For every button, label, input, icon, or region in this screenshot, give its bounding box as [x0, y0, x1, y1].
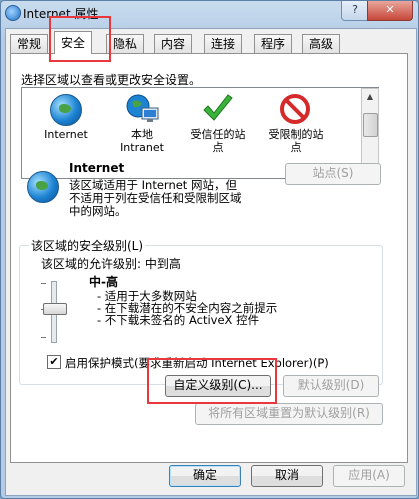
restricted-icon [280, 94, 310, 124]
green-check-icon [202, 94, 233, 124]
scroll-thumb[interactable] [363, 113, 378, 137]
close-button[interactable]: ✕ [367, 1, 413, 21]
protected-mode-checkbox[interactable]: ✔ [47, 355, 61, 369]
slider-thumb[interactable] [43, 303, 67, 315]
zone-description: 该区域适用于 Internet 网站，但 不适用于列在受信任和受限制区域 中的网… [69, 178, 242, 218]
cancel-button[interactable]: 取消 [251, 465, 323, 487]
zone-label: Internet [44, 128, 88, 141]
globe-icon [50, 94, 82, 126]
zone-label: 本地 Intranet [120, 128, 164, 154]
tab-privacy[interactable]: 隐私 [106, 34, 145, 53]
security-level-group-label: 该区域的安全级别(L) [29, 237, 146, 254]
allowed-levels-text: 该区域的允许级别: 中到高 [41, 257, 181, 271]
intranet-globe-icon [126, 94, 159, 124]
tab-general[interactable]: 常规 [10, 34, 49, 53]
ok-button[interactable]: 确定 [169, 465, 241, 487]
internet-zone-icon [27, 171, 59, 203]
button-highlight-annotation [147, 358, 277, 404]
reset-all-zones-button[interactable]: 将所有区域重置为默认级别(R) [195, 403, 383, 425]
internet-globe-icon [5, 5, 21, 21]
zone-label: 受限制的站 点 [268, 128, 324, 154]
security-level-name: 中-高 [89, 275, 118, 289]
level-bullet: - 不下载未签名的 ActiveX 控件 [97, 313, 260, 327]
tab-security[interactable]: 安全 [54, 31, 93, 54]
default-level-button[interactable]: 默认级别(D) [283, 375, 379, 397]
slider-tick [41, 337, 46, 338]
slider-tick [41, 283, 46, 284]
tab-connections[interactable]: 连接 [204, 34, 243, 53]
scroll-up-icon[interactable]: ▲ [362, 89, 378, 104]
tab-programs[interactable]: 程序 [254, 34, 293, 53]
internet-properties-dialog: Internet 属性 ? ✕ 常规 安全 隐私 内容 连接 程序 高级 选择区… [0, 0, 419, 499]
zone-restricted-sites[interactable]: 受限制的站 点 [256, 94, 336, 174]
select-zone-instruction: 选择区域以查看或更改安全设置。 [21, 73, 202, 87]
sites-button[interactable]: 站点(S) [285, 163, 381, 185]
zone-name: Internet [69, 161, 125, 175]
tab-advanced[interactable]: 高级 [302, 34, 341, 53]
zone-trusted-sites[interactable]: 受信任的站 点 [178, 94, 258, 174]
help-button[interactable]: ? [341, 1, 369, 21]
tab-content[interactable]: 内容 [154, 34, 193, 53]
zone-label: 受信任的站 点 [190, 128, 246, 154]
apply-button[interactable]: 应用(A) [333, 465, 405, 487]
